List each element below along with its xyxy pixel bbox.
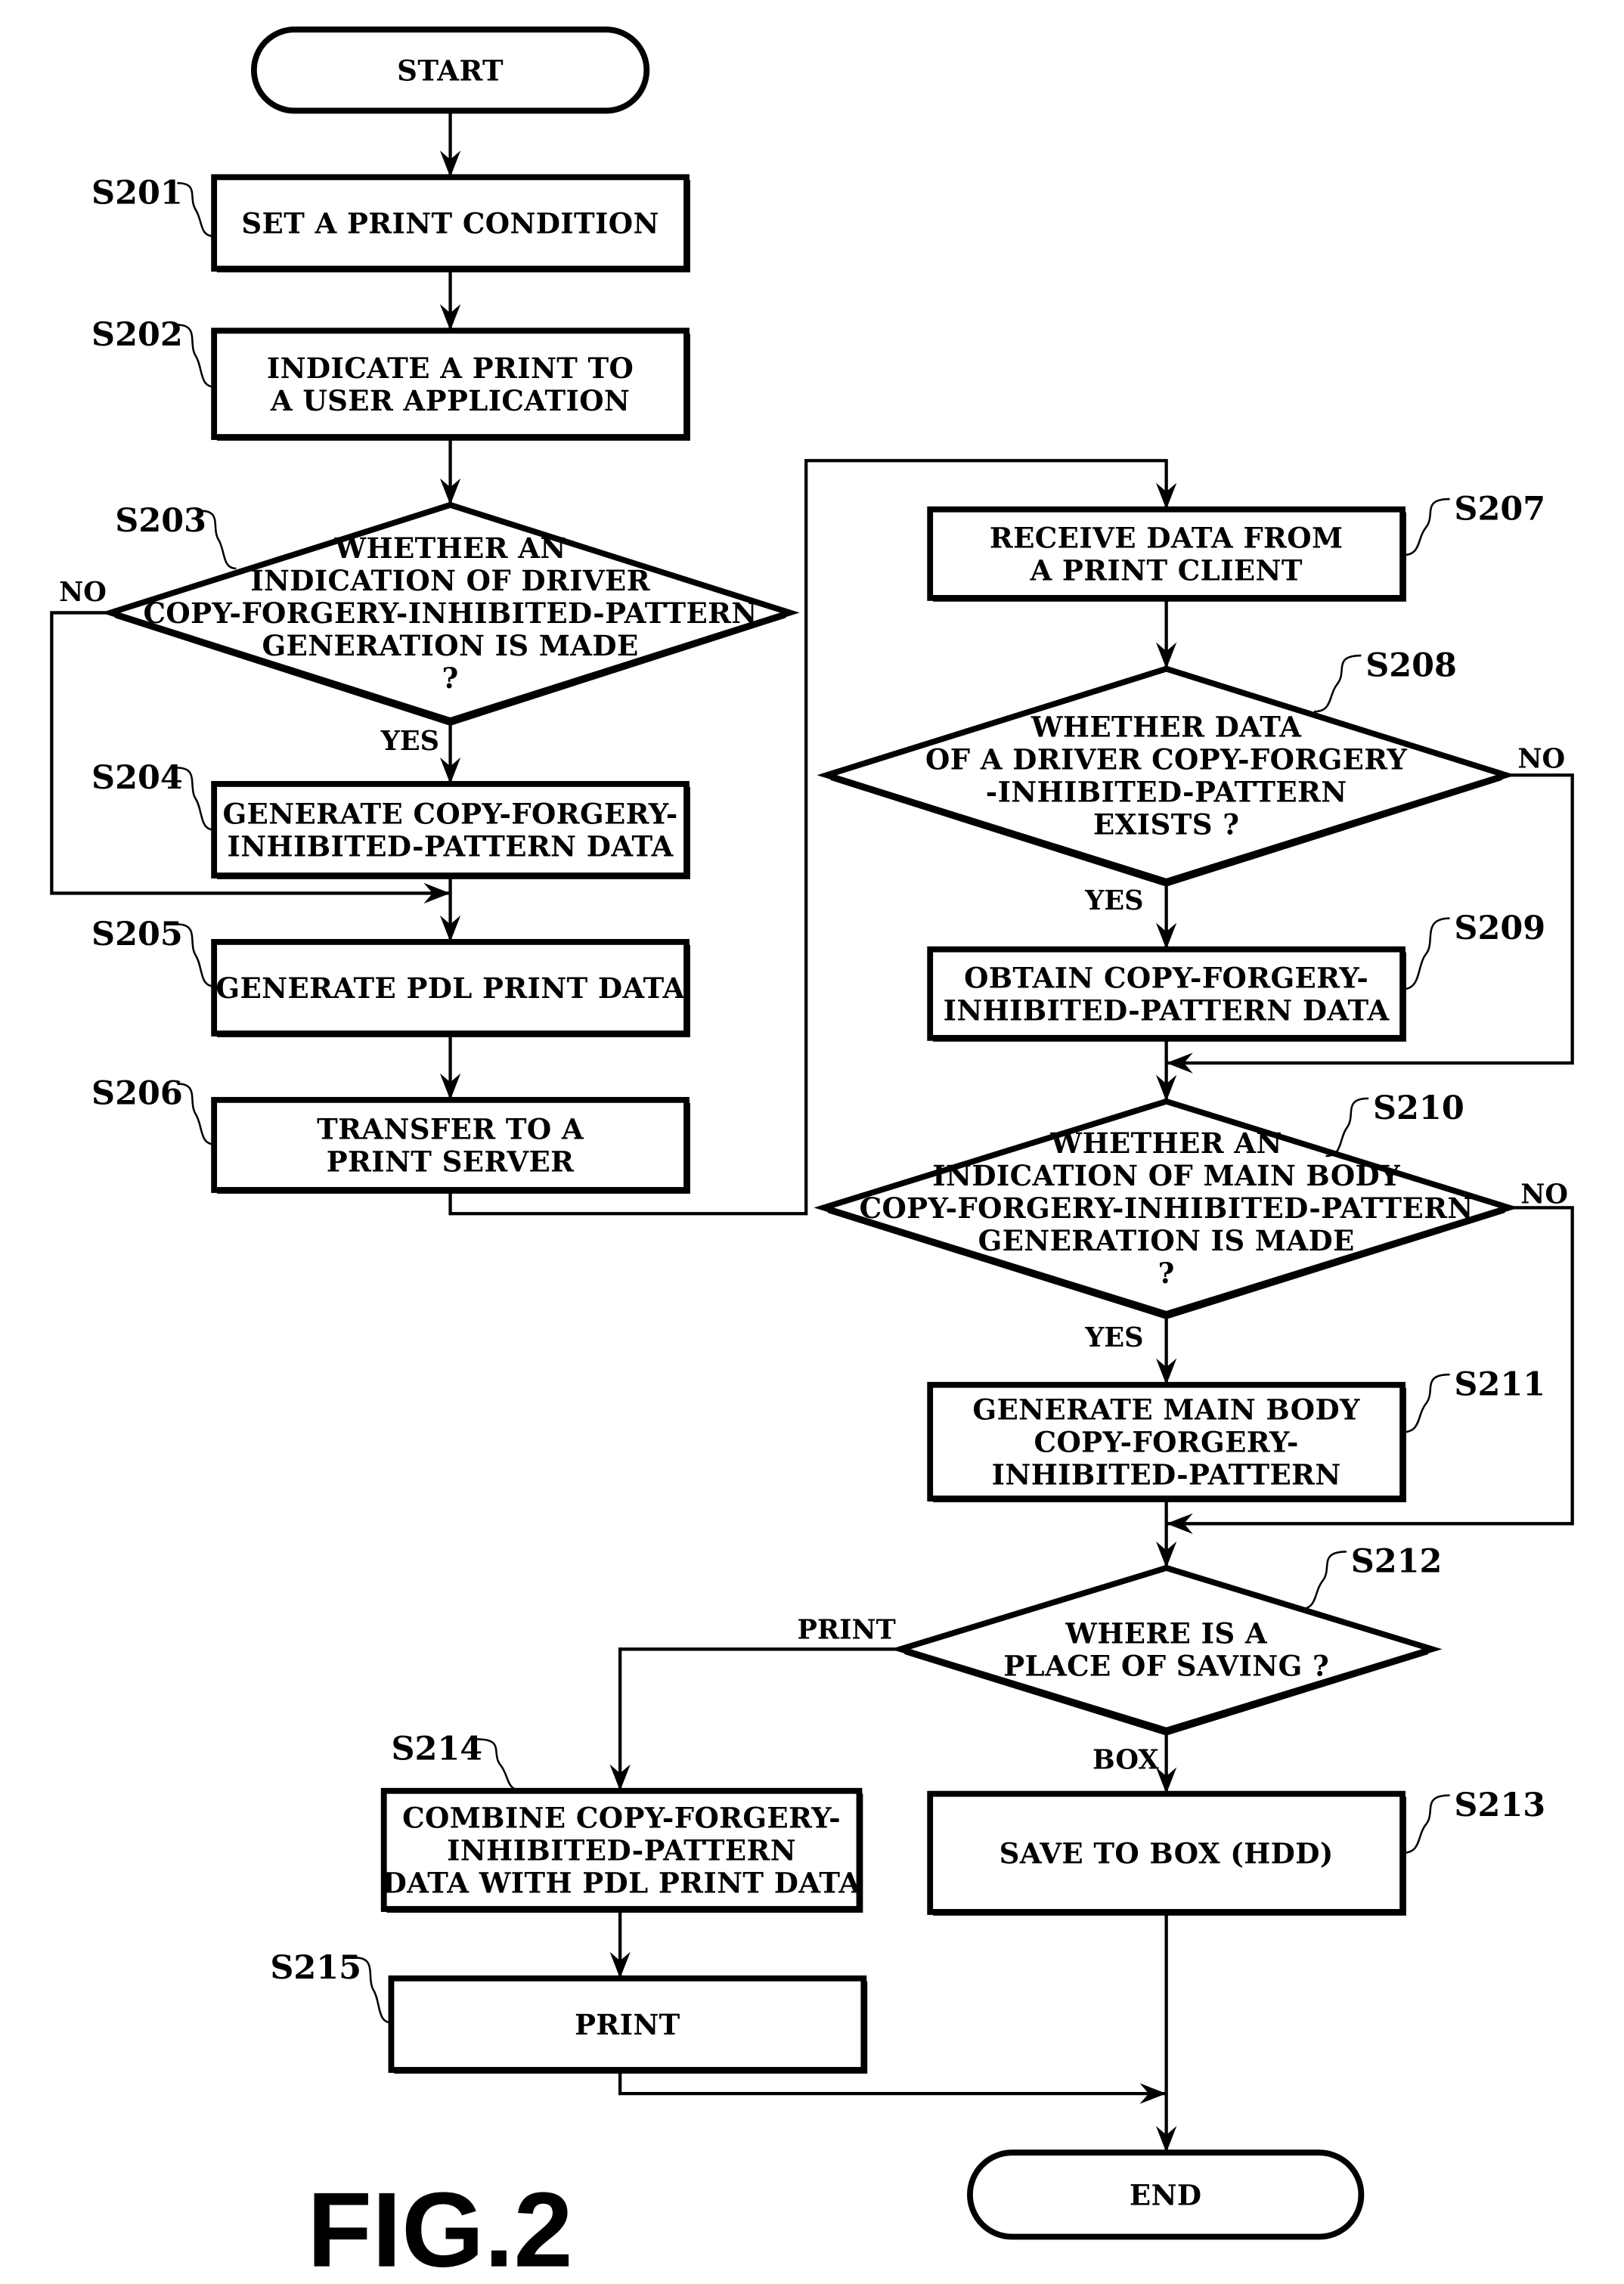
node-text-s202: A USER APPLICATION: [270, 384, 630, 417]
leader-line-s212: [1299, 1551, 1347, 1610]
step-label-s213: S213: [1454, 1787, 1545, 1824]
node-s207: RECEIVE DATA FROMA PRINT CLIENT: [927, 506, 1406, 602]
node-text-s212: PLACE OF SAVING ?: [1003, 1649, 1329, 1682]
node-text-s208: EXISTS ?: [1093, 807, 1239, 841]
branch-label-s208-no: NO: [1517, 743, 1565, 774]
node-text-end: END: [1130, 2179, 1202, 2212]
node-text-s204: INHIBITED-PATTERN DATA: [228, 830, 674, 863]
node-text-s203: WHETHER AN: [333, 531, 566, 565]
node-text-s210: GENERATION IS MADE: [978, 1224, 1355, 1257]
node-start: START: [250, 26, 650, 114]
step-label-s215: S215: [270, 1949, 361, 1987]
node-text-s205: GENERATE PDL PRINT DATA: [215, 972, 685, 1005]
node-s205: GENERATE PDL PRINT DATA: [211, 938, 690, 1037]
branch-label-s203-yes: YES: [380, 726, 439, 757]
node-s206: TRANSFER TO APRINT SERVER: [211, 1096, 690, 1194]
node-text-s210: INDICATION OF MAIN BODY: [932, 1159, 1400, 1192]
node-text-s213: SAVE TO BOX (HDD): [1000, 1836, 1334, 1870]
leader-line-s214: [476, 1738, 525, 1793]
branch-label-s210-yes: YES: [1084, 1322, 1143, 1353]
node-text-s208: OF A DRIVER COPY-FORGERY: [925, 742, 1407, 776]
node-text-s214: INHIBITED-PATTERN: [447, 1834, 796, 1867]
branch-label-s203-no: NO: [59, 577, 107, 608]
branch-label-s212-print: PRINT: [797, 1615, 895, 1646]
node-text-s215: PRINT: [575, 2008, 680, 2041]
node-text-start: START: [397, 54, 504, 87]
node-s209: OBTAIN COPY-FORGERY-INHIBITED-PATTERN DA…: [927, 946, 1406, 1042]
leader-line-s213: [1402, 1794, 1450, 1855]
figure-label: FIG.2: [307, 2171, 573, 2284]
edge-s212-s214-print: [618, 1647, 901, 1791]
step-label-s201: S201: [91, 174, 183, 212]
node-s211: GENERATE MAIN BODYCOPY-FORGERY-INHIBITED…: [927, 1381, 1406, 1502]
leader-line-s209: [1402, 917, 1450, 990]
node-text-s203: INDICATION OF DRIVER: [250, 564, 651, 597]
node-text-s212: WHERE IS A: [1065, 1616, 1268, 1650]
step-label-s202: S202: [91, 316, 183, 354]
flowchart-canvas: START SET A PRINT CONDITION INDICATE A PRI…: [50, 26, 1574, 2284]
step-label-s212: S212: [1351, 1543, 1443, 1581]
node-s213: SAVE TO BOX (HDD): [927, 1790, 1406, 1916]
leader-line-s211: [1402, 1373, 1450, 1433]
node-s210: WHETHER ANINDICATION OF MAIN BODYCOPY-FO…: [814, 1098, 1519, 1319]
branch-label-s212-box: BOX: [1092, 1744, 1159, 1775]
leader-line-s207: [1402, 497, 1450, 556]
step-label-s207: S207: [1454, 490, 1545, 528]
node-s202: INDICATE A PRINT TOA USER APPLICATION: [211, 327, 690, 441]
step-label-s205: S205: [91, 916, 183, 953]
step-label-s211: S211: [1454, 1365, 1545, 1403]
node-text-s206: PRINT SERVER: [327, 1145, 575, 1179]
branch-label-s208-yes: YES: [1084, 885, 1143, 916]
shapes: START SET A PRINT CONDITION INDICATE A PRI…: [101, 26, 1519, 2240]
node-text-s211: GENERATE MAIN BODY: [972, 1393, 1360, 1427]
node-text-s204: GENERATE COPY-FORGERY-: [222, 798, 677, 831]
node-text-s203: ?: [442, 662, 459, 695]
node-text-s208: -INHIBITED-PATTERN: [986, 775, 1347, 808]
node-text-s210: COPY-FORGERY-INHIBITED-PATTERN: [860, 1192, 1474, 1225]
leader-line-s208: [1313, 654, 1362, 713]
step-label-s204: S204: [91, 759, 183, 797]
node-text-s202: INDICATE A PRINT TO: [267, 352, 634, 385]
node-text-s211: COPY-FORGERY-: [1034, 1426, 1299, 1459]
node-end: END: [967, 2149, 1365, 2240]
step-label-s209: S209: [1454, 910, 1545, 947]
node-s204: GENERATE COPY-FORGERY-INHIBITED-PATTERN …: [211, 781, 690, 879]
node-text-s214: DATA WITH PDL PRINT DATA: [383, 1867, 862, 1900]
node-s201: SET A PRINT CONDITION: [211, 174, 690, 273]
step-label-s214: S214: [391, 1731, 482, 1768]
step-label-s210: S210: [1373, 1089, 1464, 1127]
node-s212: WHERE IS APLACE OF SAVING ?: [890, 1564, 1443, 1736]
node-text-s201: SET A PRINT CONDITION: [241, 207, 659, 240]
node-text-s210: ?: [1158, 1257, 1175, 1290]
step-label-s206: S206: [91, 1075, 183, 1113]
node-text-s211: INHIBITED-PATTERN: [992, 1458, 1341, 1492]
node-text-s207: RECEIVE DATA FROM: [990, 521, 1344, 554]
node-text-s210: WHETHER AN: [1050, 1127, 1282, 1160]
node-text-s207: A PRINT CLIENT: [1029, 553, 1302, 587]
node-text-s209: INHIBITED-PATTERN DATA: [944, 993, 1390, 1027]
node-s203: WHETHER ANINDICATION OF DRIVERCOPY-FORGE…: [101, 501, 800, 726]
branch-label-s210-no: NO: [1520, 1179, 1568, 1210]
node-text-s206: TRANSFER TO A: [317, 1113, 584, 1146]
step-label-s208: S208: [1365, 646, 1457, 684]
node-text-s203: GENERATION IS MADE: [262, 629, 639, 662]
node-text-s214: COMBINE COPY-FORGERY-: [402, 1802, 841, 1835]
node-s208: WHETHER DATAOF A DRIVER COPY-FORGERY-INH…: [817, 665, 1516, 887]
node-text-s208: WHETHER DATA: [1030, 710, 1302, 743]
node-text-s203: COPY-FORGERY-INHIBITED-PATTERN: [144, 597, 758, 630]
node-s214: COMBINE COPY-FORGERY-INHIBITED-PATTERNDA…: [380, 1787, 863, 1913]
node-text-s209: OBTAIN COPY-FORGERY-: [964, 961, 1368, 994]
step-label-s203: S203: [115, 502, 206, 540]
leader-line-s210: [1325, 1097, 1369, 1157]
node-s215: PRINT: [388, 1975, 868, 2074]
